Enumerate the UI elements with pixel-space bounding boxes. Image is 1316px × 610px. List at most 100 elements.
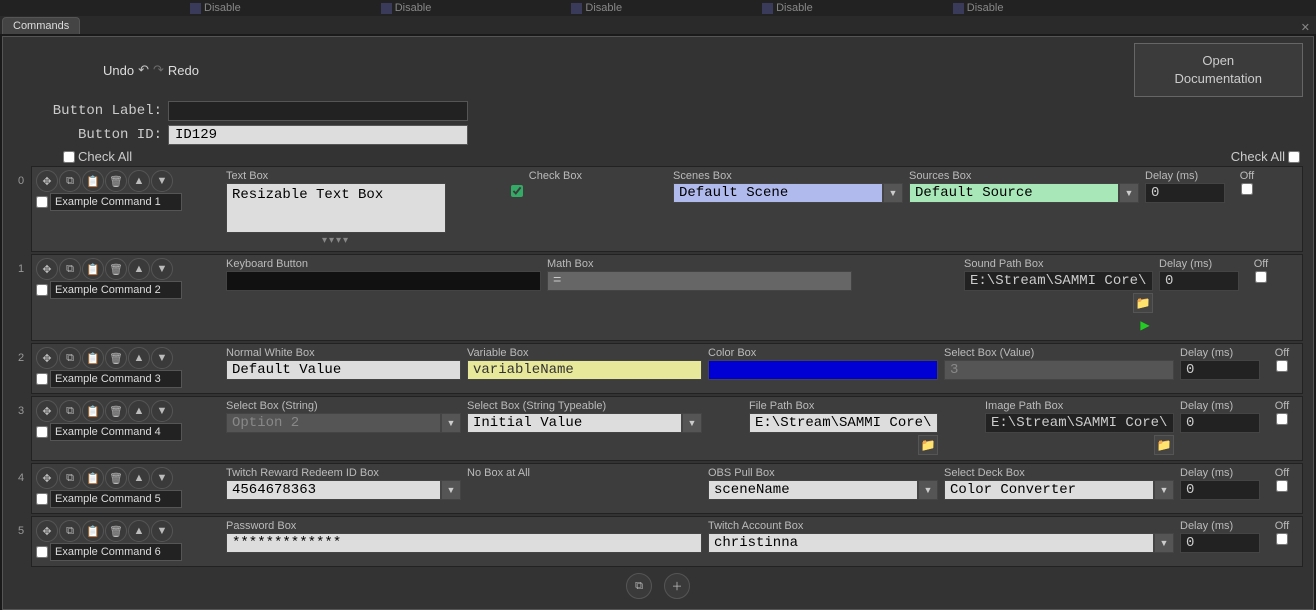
off-checkbox[interactable]: [1276, 533, 1288, 545]
twitch-reward-input[interactable]: [226, 480, 441, 500]
command-name-input[interactable]: [50, 193, 182, 211]
math-input[interactable]: [547, 271, 852, 291]
delete-icon[interactable]: 🗑: [105, 400, 127, 422]
filepath-input[interactable]: [749, 413, 938, 433]
copy-icon[interactable]: ⧉: [59, 170, 81, 192]
move-icon[interactable]: ✥: [36, 520, 58, 542]
textbox-input[interactable]: [226, 183, 446, 233]
redo-icon[interactable]: ↷: [153, 62, 164, 78]
keyboard-input[interactable]: [226, 271, 541, 291]
delete-icon[interactable]: 🗑: [105, 520, 127, 542]
down-icon[interactable]: ▼: [151, 258, 173, 280]
up-icon[interactable]: ▲: [128, 170, 150, 192]
off-checkbox[interactable]: [1276, 480, 1288, 492]
row-checkbox[interactable]: [36, 196, 48, 208]
up-icon[interactable]: ▲: [128, 258, 150, 280]
select-value-input[interactable]: [944, 360, 1174, 380]
redo-button[interactable]: Redo: [168, 63, 199, 78]
close-icon[interactable]: ✕: [1295, 21, 1316, 34]
delay-input[interactable]: [1145, 183, 1225, 203]
move-icon[interactable]: ✥: [36, 347, 58, 369]
delete-icon[interactable]: 🗑: [105, 467, 127, 489]
up-icon[interactable]: ▲: [128, 467, 150, 489]
sources-select[interactable]: [909, 183, 1119, 203]
paste-icon[interactable]: 📋: [82, 467, 104, 489]
command-name-input[interactable]: [50, 370, 182, 388]
select-string-typeable[interactable]: [467, 413, 682, 433]
select-string[interactable]: [226, 413, 441, 433]
command-name-input[interactable]: [50, 490, 182, 508]
row-checkbox[interactable]: [36, 546, 48, 558]
row-checkbox[interactable]: [36, 373, 48, 385]
off-checkbox[interactable]: [1255, 271, 1267, 283]
copy-icon[interactable]: ⧉: [59, 258, 81, 280]
command-name-input[interactable]: [50, 423, 182, 441]
command-name-input[interactable]: [50, 543, 182, 561]
up-icon[interactable]: ▲: [128, 347, 150, 369]
add-icon[interactable]: ＋: [664, 573, 690, 599]
folder-icon[interactable]: 📁: [1154, 435, 1174, 455]
down-icon[interactable]: ▼: [151, 170, 173, 192]
check-all-left[interactable]: [63, 151, 75, 163]
chevron-down-icon[interactable]: ▼: [441, 480, 461, 500]
soundpath-input[interactable]: [964, 271, 1153, 291]
move-icon[interactable]: ✥: [36, 258, 58, 280]
copy-icon[interactable]: ⧉: [59, 467, 81, 489]
down-icon[interactable]: ▼: [151, 347, 173, 369]
scenes-select[interactable]: [673, 183, 883, 203]
button-label-input[interactable]: [168, 101, 468, 121]
paste-icon[interactable]: 📋: [82, 400, 104, 422]
delay-input[interactable]: [1180, 413, 1260, 433]
chevron-down-icon[interactable]: ▼: [1154, 533, 1174, 553]
down-icon[interactable]: ▼: [151, 400, 173, 422]
button-id-input[interactable]: [168, 125, 468, 145]
chevron-down-icon[interactable]: ▼: [1119, 183, 1139, 203]
chevron-down-icon[interactable]: ▼: [441, 413, 461, 433]
up-icon[interactable]: ▲: [128, 520, 150, 542]
undo-icon[interactable]: ↶: [138, 62, 149, 78]
row-checkbox[interactable]: [36, 426, 48, 438]
delay-input[interactable]: [1180, 360, 1260, 380]
tab-commands[interactable]: Commands: [2, 17, 80, 34]
color-input[interactable]: [708, 360, 938, 380]
password-input[interactable]: [226, 533, 702, 553]
move-icon[interactable]: ✥: [36, 467, 58, 489]
down-icon[interactable]: ▼: [151, 467, 173, 489]
chevron-down-icon[interactable]: ▼: [883, 183, 903, 203]
down-icon[interactable]: ▼: [151, 520, 173, 542]
delete-icon[interactable]: 🗑: [105, 258, 127, 280]
chevron-down-icon[interactable]: ▼: [682, 413, 702, 433]
play-icon[interactable]: ▶: [1137, 315, 1153, 335]
duplicate-icon[interactable]: ⧉: [626, 573, 652, 599]
copy-icon[interactable]: ⧉: [59, 347, 81, 369]
delay-input[interactable]: [1159, 271, 1239, 291]
check-all-right[interactable]: [1288, 151, 1300, 163]
paste-icon[interactable]: 📋: [82, 347, 104, 369]
chevron-down-icon[interactable]: ▼: [1154, 480, 1174, 500]
paste-icon[interactable]: 📋: [82, 520, 104, 542]
off-checkbox[interactable]: [1276, 413, 1288, 425]
chevron-down-icon[interactable]: ▼: [918, 480, 938, 500]
up-icon[interactable]: ▲: [128, 400, 150, 422]
open-documentation-button[interactable]: Open Documentation: [1134, 43, 1303, 97]
copy-icon[interactable]: ⧉: [59, 400, 81, 422]
twitch-account-input[interactable]: [708, 533, 1154, 553]
move-icon[interactable]: ✥: [36, 170, 58, 192]
checkbox-input[interactable]: [511, 185, 523, 197]
command-name-input[interactable]: [50, 281, 182, 299]
undo-button[interactable]: Undo: [103, 63, 134, 78]
row-checkbox[interactable]: [36, 493, 48, 505]
off-checkbox[interactable]: [1241, 183, 1253, 195]
delay-input[interactable]: [1180, 480, 1260, 500]
folder-icon[interactable]: 📁: [1133, 293, 1153, 313]
delay-input[interactable]: [1180, 533, 1260, 553]
move-icon[interactable]: ✥: [36, 400, 58, 422]
resize-grip-icon[interactable]: ▾▾▾▾: [226, 235, 446, 246]
row-checkbox[interactable]: [36, 284, 48, 296]
imagepath-input[interactable]: [985, 413, 1174, 433]
obs-pull-input[interactable]: [708, 480, 918, 500]
variable-input[interactable]: [467, 360, 702, 380]
delete-icon[interactable]: 🗑: [105, 347, 127, 369]
paste-icon[interactable]: 📋: [82, 170, 104, 192]
off-checkbox[interactable]: [1276, 360, 1288, 372]
